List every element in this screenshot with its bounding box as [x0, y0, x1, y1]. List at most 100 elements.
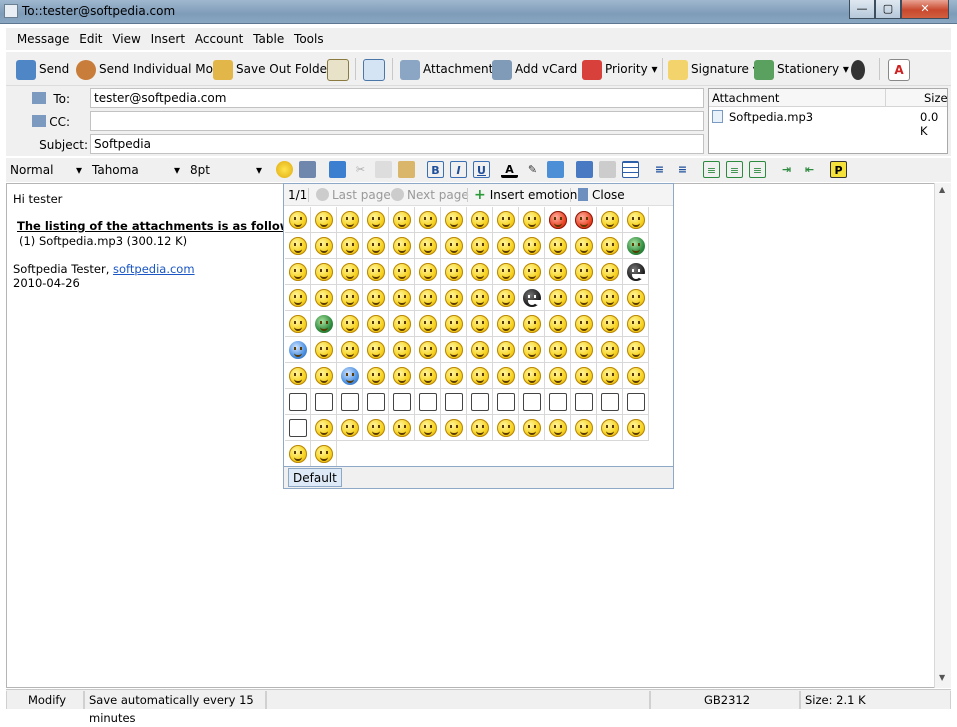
- emoticon-cell[interactable]: [493, 337, 519, 363]
- menu-tools[interactable]: Tools: [291, 28, 327, 46]
- subject-field[interactable]: Softpedia: [90, 134, 704, 154]
- emoticon-cell[interactable]: [311, 207, 337, 233]
- emoticon-cell[interactable]: [597, 337, 623, 363]
- stationery-button[interactable]: Stationery ▾: [754, 56, 849, 82]
- emoticon-cell[interactable]: [389, 233, 415, 259]
- emoticon-cell[interactable]: [519, 311, 545, 337]
- emoticon-cell[interactable]: [415, 389, 441, 415]
- emoticon-cell[interactable]: [311, 441, 337, 467]
- emoticon-cell[interactable]: [545, 389, 571, 415]
- emoticon-cell[interactable]: [415, 415, 441, 441]
- emoticon-cell[interactable]: [389, 363, 415, 389]
- emoticon-cell[interactable]: [389, 311, 415, 337]
- emoticon-cell[interactable]: [311, 337, 337, 363]
- cut-button[interactable]: ✂: [352, 161, 369, 178]
- emoticon-cell[interactable]: [311, 259, 337, 285]
- emoticon-cell[interactable]: [337, 233, 363, 259]
- emoticon-cell[interactable]: [545, 337, 571, 363]
- cc-field[interactable]: [90, 111, 704, 131]
- paste-button[interactable]: [398, 161, 415, 178]
- emoticon-cell[interactable]: [363, 389, 389, 415]
- emoticon-cell[interactable]: [623, 337, 649, 363]
- emoticon-cell[interactable]: [571, 233, 597, 259]
- align-right-button[interactable]: ≡: [749, 161, 766, 178]
- emoticon-cell[interactable]: [415, 259, 441, 285]
- emoticon-cell[interactable]: [493, 415, 519, 441]
- priority-button[interactable]: Priority ▾: [582, 56, 658, 82]
- attachment-list[interactable]: Attachment Size Softpedia.mp3 0.0 K: [708, 88, 948, 154]
- emoticon-cell[interactable]: [363, 259, 389, 285]
- emoticon-cell[interactable]: [571, 337, 597, 363]
- emoticon-cell[interactable]: [363, 285, 389, 311]
- minimize-button[interactable]: —: [849, 0, 875, 19]
- emoticon-cell[interactable]: [415, 285, 441, 311]
- emoticon-cell[interactable]: [389, 389, 415, 415]
- emoticon-cell[interactable]: [623, 285, 649, 311]
- emoticon-cell[interactable]: [571, 285, 597, 311]
- emoticon-cell[interactable]: [597, 363, 623, 389]
- emoticon-cell[interactable]: [285, 259, 311, 285]
- emoticon-cell[interactable]: [441, 259, 467, 285]
- emoticon-cell[interactable]: [363, 363, 389, 389]
- save-out-folder-button[interactable]: Save Out Folder: [213, 56, 332, 82]
- emoticon-cell[interactable]: [545, 311, 571, 337]
- size-column-header[interactable]: Size: [924, 91, 948, 105]
- emoticon-cell[interactable]: [441, 311, 467, 337]
- emoticon-cell[interactable]: [415, 311, 441, 337]
- emoticon-cell[interactable]: [467, 259, 493, 285]
- emoticon-cell[interactable]: [597, 233, 623, 259]
- emoticon-cell[interactable]: [337, 389, 363, 415]
- emoticon-cell[interactable]: [441, 207, 467, 233]
- highlight-button[interactable]: ✎: [524, 161, 541, 178]
- underline-button[interactable]: U: [473, 161, 490, 178]
- emoticon-cell[interactable]: [441, 337, 467, 363]
- menu-message[interactable]: Message: [14, 28, 73, 46]
- emoticon-cell[interactable]: [519, 207, 545, 233]
- emoticon-cell[interactable]: [285, 415, 311, 441]
- emoticon-cell[interactable]: [519, 233, 545, 259]
- emoticon-cell[interactable]: [545, 233, 571, 259]
- emoticon-cell[interactable]: [337, 363, 363, 389]
- emoticon-cell[interactable]: [545, 207, 571, 233]
- font-size-select[interactable]: 8pt ▾: [186, 160, 266, 180]
- emoticon-cell[interactable]: [467, 285, 493, 311]
- attachment-button[interactable]: Attachment: [400, 56, 493, 82]
- emoticon-cell[interactable]: [389, 415, 415, 441]
- emoticon-cell[interactable]: [311, 363, 337, 389]
- emoticon-cell[interactable]: [285, 363, 311, 389]
- emoticon-cell[interactable]: [363, 415, 389, 441]
- emoticon-cell[interactable]: [467, 415, 493, 441]
- close-window-button[interactable]: ✕: [901, 0, 949, 19]
- font-color-button[interactable]: A: [501, 161, 518, 178]
- menu-insert[interactable]: Insert: [148, 28, 188, 46]
- emoticon-cell[interactable]: [597, 389, 623, 415]
- insert-link-button[interactable]: [599, 161, 616, 178]
- emoticon-cell[interactable]: [441, 285, 467, 311]
- numbered-list-button[interactable]: ≡: [651, 161, 668, 178]
- emoticon-cell[interactable]: [597, 259, 623, 285]
- close-emoticons-button[interactable]: Close: [578, 187, 625, 203]
- emoticon-cell[interactable]: [415, 233, 441, 259]
- emoticon-cell[interactable]: [337, 259, 363, 285]
- scroll-down-icon[interactable]: ▼: [939, 673, 945, 682]
- attachment-column-header[interactable]: Attachment: [712, 91, 779, 105]
- emoticon-cell[interactable]: [493, 285, 519, 311]
- emoticon-cell[interactable]: [623, 363, 649, 389]
- emoticon-cell[interactable]: [571, 259, 597, 285]
- add-vcard-button[interactable]: Add vCard: [492, 56, 577, 82]
- emoticon-cell[interactable]: [467, 311, 493, 337]
- to-field[interactable]: tester@softpedia.com: [90, 88, 704, 108]
- bold-button[interactable]: B: [427, 161, 444, 178]
- emoticon-cell[interactable]: [597, 311, 623, 337]
- last-page-button[interactable]: Last page: [316, 187, 391, 203]
- emoticon-cell[interactable]: [415, 337, 441, 363]
- emoticon-cell[interactable]: [389, 337, 415, 363]
- send-button[interactable]: Send: [16, 56, 69, 82]
- paragraph-style-select[interactable]: Normal ▾: [6, 160, 86, 180]
- emoticon-cell[interactable]: [285, 233, 311, 259]
- emoticon-cell[interactable]: [337, 207, 363, 233]
- copy-button[interactable]: [375, 161, 392, 178]
- bullet-list-button[interactable]: ≡: [674, 161, 691, 178]
- emoticon-cell[interactable]: [311, 233, 337, 259]
- emoticon-cell[interactable]: [493, 259, 519, 285]
